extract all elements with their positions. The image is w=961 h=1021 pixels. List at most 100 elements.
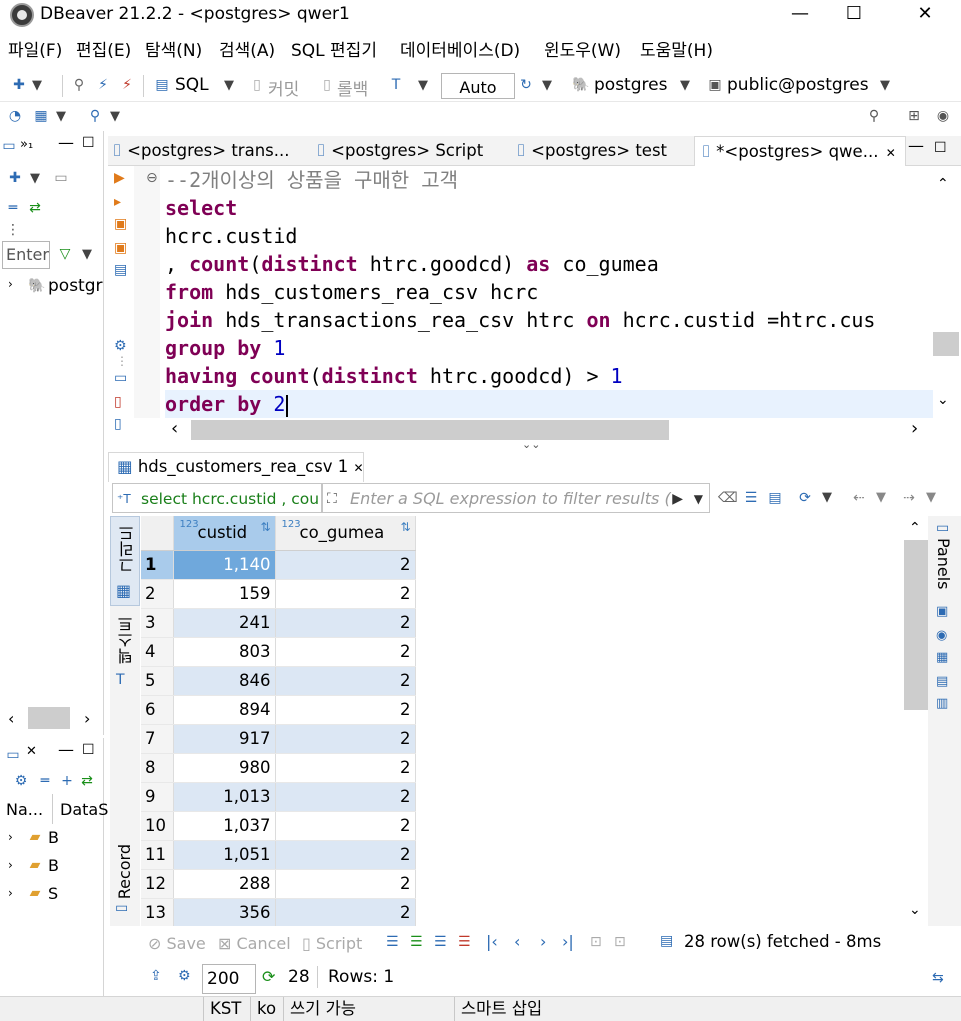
expand-arrow-icon[interactable]: › [8,886,13,900]
column-header-custid[interactable]: 123 custid ⇅ [173,516,276,551]
chevron-down-icon[interactable]: ▼ [82,247,92,262]
chevron-down-icon[interactable]: ▼ [694,484,703,512]
export-icon[interactable]: ▭ [114,370,127,386]
row-number-cell[interactable]: 7 [141,724,174,754]
sql-editor-icon[interactable]: ▤ [153,76,171,94]
row-number-cell[interactable]: 3 [141,608,174,638]
row-number-cell[interactable]: 12 [141,869,174,899]
collapse-all-icon[interactable]: ═ [4,199,22,217]
filter-settings-icon[interactable]: ▤ [766,489,784,507]
table-row[interactable]: 9 1,013 2 [141,782,416,812]
fetch-size-input[interactable]: 200 [202,964,256,994]
value-viewer-icon[interactable]: ▣ [936,604,948,619]
table-row[interactable]: 1 1,140 2 [141,550,416,580]
next-icon[interactable]: › [540,932,546,951]
results-query-preview[interactable]: ⁺T select hcrc.custid , cou [112,483,322,513]
schema-selector[interactable]: public@postgres [727,75,869,95]
scrollbar-thumb[interactable] [933,332,959,356]
scrollbar-thumb[interactable] [28,707,70,729]
calc-icon[interactable]: ▤ [936,674,948,689]
navigator-tree-item[interactable]: postgr [48,276,103,296]
maximize-panel-button[interactable]: ☐ [82,742,95,758]
custid-cell[interactable]: 159 [173,579,276,609]
chevron-down-icon[interactable]: ▼ [822,490,832,505]
editor-vertical-scrollbar[interactable]: ⌃ ⌄ [933,170,959,416]
menu-edit[interactable]: 편집(E) [76,36,131,61]
table-row[interactable]: 8 980 2 [141,753,416,783]
dashboard-icon[interactable]: ◔ [6,107,24,125]
scroll-left-icon[interactable]: ‹ [171,418,178,439]
table-row[interactable]: 11 1,051 2 [141,840,416,870]
row-number-cell[interactable]: 6 [141,695,174,725]
row-number-cell[interactable]: 9 [141,782,174,812]
table-row[interactable]: 7 917 2 [141,724,416,754]
chevron-down-icon[interactable]: ▼ [32,78,42,93]
column-header-name[interactable]: Na... [6,800,43,819]
chevron-down-icon[interactable]: ▼ [876,490,886,505]
tab-text[interactable]: 텍스트 T [110,612,140,692]
row-number-cell[interactable]: 13 [141,898,174,926]
forward-icon[interactable]: ⇢ [900,489,918,507]
save-script-icon[interactable]: ▯ [114,416,122,432]
scrollbar-thumb[interactable] [904,540,928,710]
settings-icon[interactable]: ⚙ [12,772,30,790]
previous-icon[interactable]: ‹ [514,932,520,951]
close-tab-icon[interactable]: ✕ [354,461,364,475]
database-tasks-icon[interactable]: ▦ [32,107,50,125]
load-script-icon[interactable]: ▯ [114,394,122,410]
add-icon[interactable]: + [58,772,76,790]
sort-icon[interactable]: ⇅ [400,520,410,534]
new-connection-icon[interactable]: ✚ [6,169,24,187]
transaction-mode-icon[interactable]: T [387,76,405,94]
refresh-icon[interactable]: ⟳ [262,967,275,986]
custid-cell[interactable]: 917 [173,724,276,754]
chevron-down-icon[interactable]: ▼ [880,78,890,93]
custid-cell[interactable]: 288 [173,869,276,899]
filter-icon[interactable]: ▽ [56,245,74,263]
close-button[interactable]: ✕ [902,0,948,30]
fetch-all-count[interactable]: 28 [288,967,310,987]
export-icon[interactable]: ⇪ [150,968,162,984]
custid-cell[interactable]: 980 [173,753,276,783]
maximize-panel-button[interactable]: ☐ [934,140,947,156]
connect-icon[interactable]: ⚡ [94,76,112,94]
table-row[interactable]: 10 1,037 2 [141,811,416,841]
history-icon[interactable]: ↻ [517,76,535,94]
custid-cell[interactable]: 1,013 [173,782,276,812]
custid-cell[interactable]: 1,051 [173,840,276,870]
dbeaver-perspective-icon[interactable]: ◉ [934,107,952,125]
custid-cell[interactable]: 1,037 [173,811,276,841]
co_gumea-cell[interactable]: 2 [275,869,416,899]
execute-script-new-tab-icon[interactable]: ▣ [114,240,127,256]
first-page-icon[interactable]: |‹ [486,932,498,951]
copy-row-icon[interactable]: ☰ [434,934,447,950]
co_gumea-cell[interactable]: 2 [275,753,416,783]
tab-transactions[interactable]: ⌷ <postgres> trans... [112,136,308,166]
apply-filter-icon[interactable]: ▶ [672,484,683,512]
menu-navigate[interactable]: 탐색(N) [145,36,202,61]
scroll-right-icon[interactable]: › [84,709,90,728]
more-options-icon[interactable]: ⋮ [116,354,128,368]
tab-record[interactable]: Record ▭ [110,840,140,924]
settings-icon[interactable]: ⚙ [114,338,127,354]
column-header-co_gumea[interactable]: 123 co_gumea ⇅ [275,516,416,551]
table-row[interactable]: 4 803 2 [141,637,416,667]
row-number-cell[interactable]: 5 [141,666,174,696]
custid-cell[interactable]: 803 [173,637,276,667]
menu-database[interactable]: 데이터베이스(D) [400,36,520,61]
more-options-icon[interactable]: ⋮ [4,221,22,239]
refresh-icon[interactable]: ⟳ [796,489,814,507]
scroll-left-icon[interactable]: ‹ [8,709,14,728]
datasource-selector[interactable]: postgres [594,75,667,95]
expand-arrow-icon[interactable]: › [8,277,13,291]
minimize-panel-button[interactable]: — [908,136,924,155]
co_gumea-cell[interactable]: 2 [275,724,416,754]
chevron-down-icon[interactable]: ▼ [110,109,120,124]
chevron-down-icon[interactable]: ▼ [30,171,40,186]
transaction-mode-box[interactable]: Auto [441,73,515,99]
link-editor-icon[interactable]: ⇄ [26,199,44,217]
find-icon[interactable]: ⚲ [86,107,104,125]
edit-row-icon[interactable]: ☰ [386,934,399,950]
link-editor-icon[interactable]: ⇄ [78,772,96,790]
filter-history-icon[interactable]: ☰ [742,489,760,507]
